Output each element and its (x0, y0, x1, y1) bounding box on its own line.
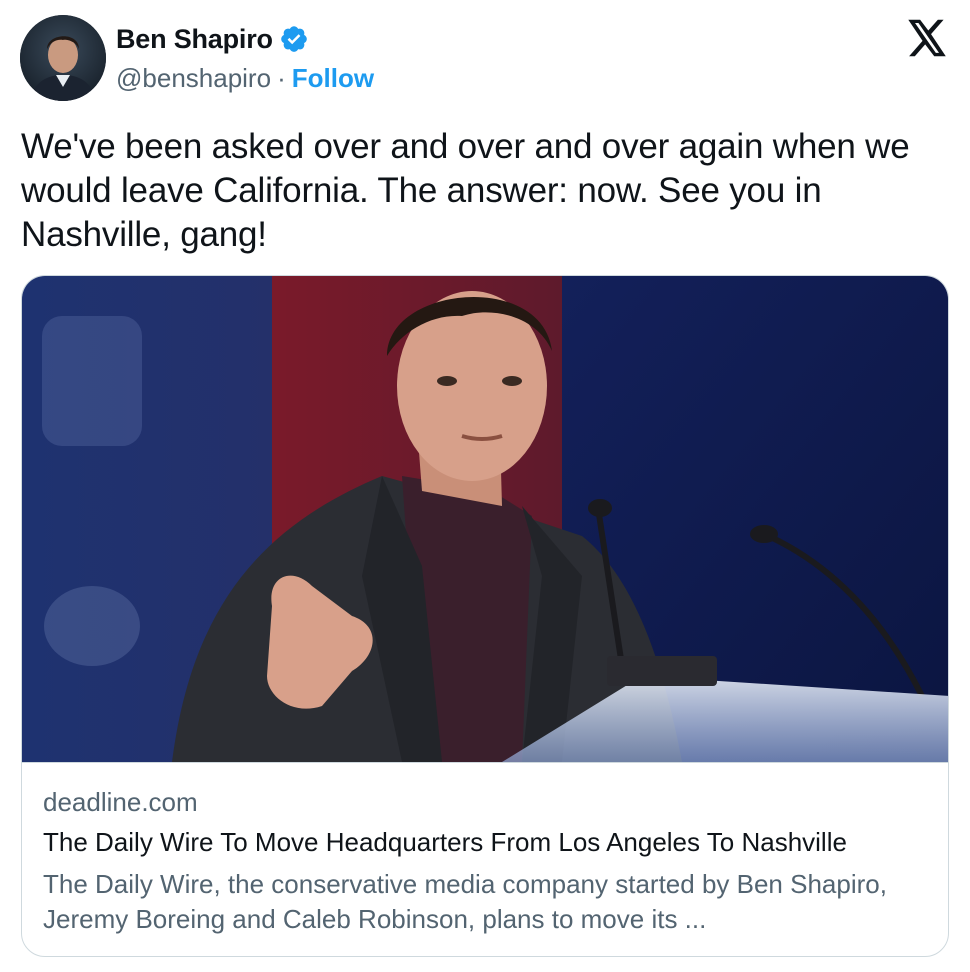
x-logo-icon[interactable] (906, 18, 948, 58)
link-preview-card[interactable]: deadline.com The Daily Wire To Move Head… (21, 275, 949, 957)
author-handle-row: @benshapiro · Follow (116, 60, 374, 96)
separator-dot: · (277, 62, 286, 93)
avatar-image (20, 15, 106, 101)
link-preview-meta[interactable]: deadline.com The Daily Wire To Move Head… (22, 762, 948, 956)
link-preview-image[interactable] (22, 276, 948, 762)
link-domain: deadline.com (43, 787, 198, 817)
author-handle[interactable]: @benshapiro (116, 63, 271, 94)
link-description: The Daily Wire, the conservative media c… (43, 869, 887, 934)
link-title[interactable]: The Daily Wire To Move Headquarters From… (43, 827, 847, 858)
follow-button[interactable]: Follow (292, 63, 374, 94)
tweet-text: We've been asked over and over and over … (21, 127, 910, 254)
verified-badge-icon (279, 24, 309, 54)
author-name[interactable]: Ben Shapiro (116, 24, 273, 55)
author-name-row: Ben Shapiro (116, 20, 309, 58)
avatar[interactable] (20, 15, 106, 101)
speaker-photo (22, 276, 948, 762)
